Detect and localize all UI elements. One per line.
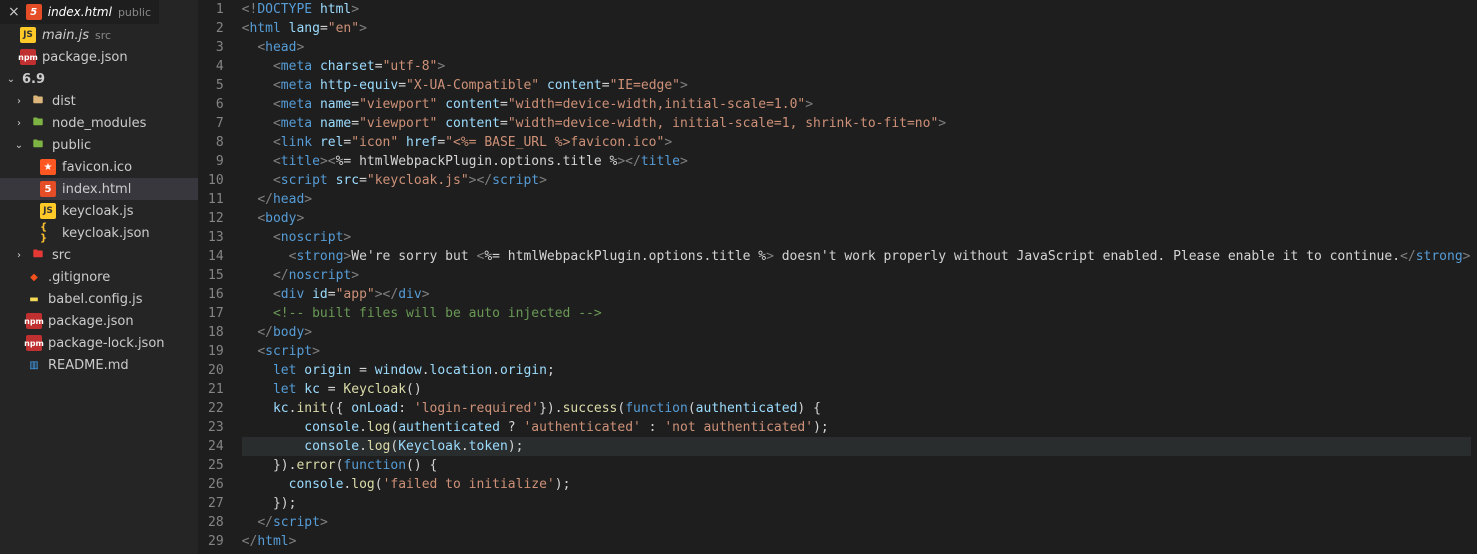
chevron-right-icon: › — [14, 118, 24, 129]
file-README.md[interactable]: ▥ README.md — [0, 354, 198, 376]
file-.gitignore[interactable]: ◆ .gitignore — [0, 266, 198, 288]
npm-icon: npm — [20, 49, 36, 65]
folder-node_modules[interactable]: › 🖿 node_modules — [0, 112, 198, 134]
file-icon: npm — [26, 313, 42, 329]
folder-src[interactable]: › 🖿 src — [0, 244, 198, 266]
file-icon: JS — [40, 203, 56, 219]
file-babel.config.js[interactable]: ▬ babel.config.js — [0, 288, 198, 310]
folder-label: public — [52, 138, 91, 153]
file-keycloak.json[interactable]: { } keycloak.json — [0, 222, 198, 244]
file-keycloak.js[interactable]: JS keycloak.js — [0, 200, 198, 222]
folder-icon: 🖿 — [30, 247, 46, 263]
open-editor-packagejson[interactable]: npm package.json — [0, 46, 198, 68]
line-gutter: 1234567891011121314151617181920212223242… — [198, 0, 242, 554]
code-area[interactable]: 1234567891011121314151617181920212223242… — [198, 0, 1477, 554]
js-icon: JS — [20, 27, 36, 43]
root-label: 6.9 — [22, 72, 45, 87]
tab-label: index.html — [48, 5, 112, 19]
file-favicon.ico[interactable]: ★ favicon.ico — [0, 156, 198, 178]
file-label: index.html — [62, 182, 131, 197]
chevron-right-icon: › — [14, 96, 24, 107]
chevron-right-icon: › — [14, 250, 24, 261]
file-index.html[interactable]: 5 index.html — [0, 178, 198, 200]
chevron-down-icon: ⌄ — [6, 74, 16, 85]
file-icon: { } — [40, 225, 56, 241]
file-label: babel.config.js — [48, 292, 143, 307]
html5-icon: 5 — [26, 4, 42, 20]
explorer-sidebar: × 5 index.html public JS main.js src npm… — [0, 0, 198, 554]
folder-label: dist — [52, 94, 76, 109]
folder-icon: 🖿 — [30, 93, 46, 109]
folder-icon: 🖿 — [30, 137, 46, 153]
file-meta: src — [95, 29, 111, 42]
file-tree: › 🖿 dist › 🖿 node_modules ⌄ 🖿 public ★ favicon.ico… — [0, 90, 198, 376]
code-editor: 1234567891011121314151617181920212223242… — [198, 0, 1477, 554]
file-label: keycloak.json — [62, 226, 150, 241]
close-icon[interactable]: × — [8, 4, 20, 20]
file-icon: ▥ — [26, 357, 42, 373]
folder-public[interactable]: ⌄ 🖿 public — [0, 134, 198, 156]
project-root[interactable]: ⌄ 6.9 — [0, 68, 198, 90]
folder-label: node_modules — [52, 116, 146, 131]
chevron-down-icon: ⌄ — [14, 140, 24, 151]
file-label: main.js — [42, 28, 89, 43]
code-content[interactable]: <!DOCTYPE html><html lang="en"> <head> <… — [242, 0, 1477, 554]
file-label: package-lock.json — [48, 336, 165, 351]
file-icon: ▬ — [26, 291, 42, 307]
file-package-lock.json[interactable]: npm package-lock.json — [0, 332, 198, 354]
file-label: favicon.ico — [62, 160, 132, 175]
folder-label: src — [52, 248, 71, 263]
file-label: README.md — [48, 358, 129, 373]
file-icon: ◆ — [26, 269, 42, 285]
file-label: keycloak.js — [62, 204, 133, 219]
file-icon: npm — [26, 335, 42, 351]
file-icon: 5 — [40, 181, 56, 197]
tab-index-html[interactable]: × 5 index.html public — [0, 0, 159, 24]
file-label: .gitignore — [48, 270, 110, 285]
file-label: package.json — [42, 50, 128, 65]
folder-icon: 🖿 — [30, 115, 46, 131]
tab-meta: public — [118, 6, 151, 19]
folder-dist[interactable]: › 🖿 dist — [0, 90, 198, 112]
editor-tabs: × 5 index.html public — [0, 0, 198, 24]
file-package.json[interactable]: npm package.json — [0, 310, 198, 332]
open-editor-mainjs[interactable]: JS main.js src — [0, 24, 198, 46]
file-icon: ★ — [40, 159, 56, 175]
file-label: package.json — [48, 314, 134, 329]
